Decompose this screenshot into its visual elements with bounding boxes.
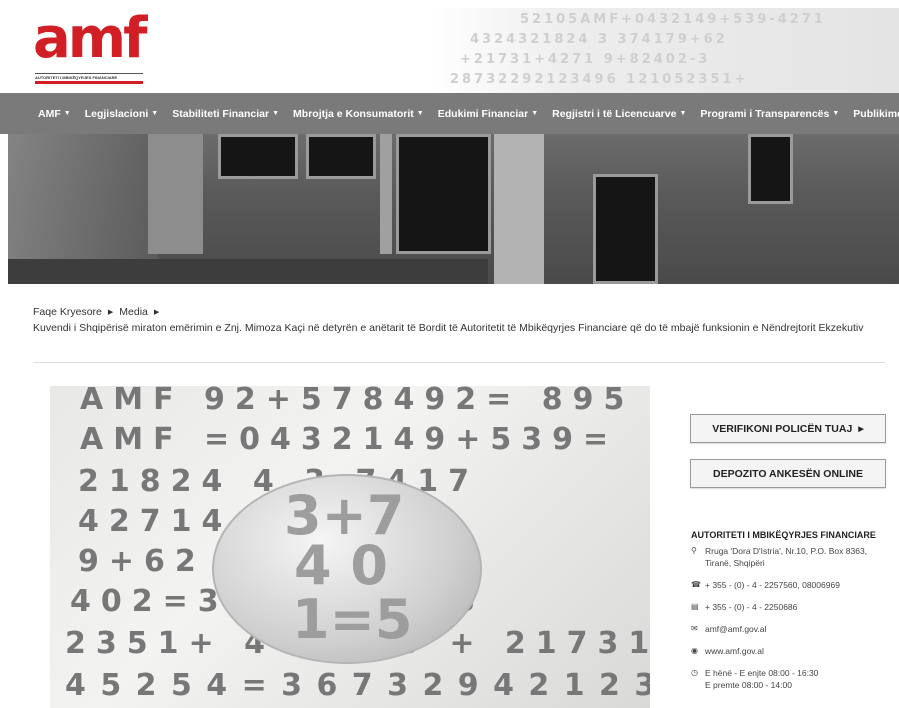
chevron-down-icon: ▼ xyxy=(531,110,539,117)
hero-pillar xyxy=(380,134,392,254)
chevron-down-icon: ▼ xyxy=(416,110,424,117)
envelope-icon: ✉ xyxy=(691,624,698,633)
chevron-right-icon: ▶ xyxy=(107,309,114,316)
deco-numbers-line: 28732292123496 121052351+ xyxy=(450,72,749,87)
contact-title: AUTORITETI I MBIKËQYRJES FINANCIARE xyxy=(691,530,876,540)
nav-item-label: Regjistri i të Licencuarve xyxy=(552,107,677,120)
contact-hours: E hënë - E enjte 08:00 - 16:30 E premte 0… xyxy=(705,667,818,691)
fax-icon: ▤ xyxy=(691,602,699,611)
nav-item-programi[interactable]: Programi i Transparencës ▼ xyxy=(700,108,839,120)
nav-item-label: Publikime xyxy=(853,107,899,120)
article-title: Kuvendi i Shqipërisë miraton emërimin e … xyxy=(33,322,864,334)
site-header: 52105AMF+0432149+539-4271 4324321824 3 3… xyxy=(0,0,899,93)
nav-item-label: Stabiliteti Financiar xyxy=(172,107,270,120)
hero-pillar xyxy=(494,134,544,284)
deco-numbers-line: 4324321824 3 374179+62 xyxy=(470,32,728,47)
contact-web[interactable]: www.amf.gov.al xyxy=(705,645,764,657)
nav-item-label: Programi i Transparencës xyxy=(700,107,830,120)
contact-email[interactable]: amf@amf.gov.al xyxy=(705,623,766,635)
nav-item-edukimi[interactable]: Edukimi Financiar ▼ xyxy=(438,108,538,120)
deco-numbers-line: 52105AMF+0432149+539-4271 xyxy=(520,12,826,27)
divider xyxy=(33,362,885,363)
breadcrumb-media-link[interactable]: Media xyxy=(119,306,148,318)
hero-pillar xyxy=(148,134,203,254)
nav-item-label: Mbrojtja e Konsumatorit xyxy=(293,107,414,120)
chevron-down-icon: ▼ xyxy=(679,110,687,117)
map-pin-icon: ⚲ xyxy=(691,546,697,555)
image-number-row: AMF =0432149+539= xyxy=(80,422,619,457)
hero-window xyxy=(748,134,793,204)
main-nav: AMF ▼ Legjislacioni ▼ Stabiliteti Financia… xyxy=(0,93,899,134)
hero-building-image xyxy=(8,134,899,284)
contact-phone-row: ☎ + 355 - (0) - 4 - 2257560, 08006969 xyxy=(691,579,891,591)
nav-item-label: Legjislacioni xyxy=(84,107,149,120)
hero-window xyxy=(593,174,658,284)
breadcrumb-home-link[interactable]: Faqe Kryesore xyxy=(33,306,102,318)
hero-base xyxy=(8,259,488,284)
nav-item-mbrojtja[interactable]: Mbrojtja e Konsumatorit ▼ xyxy=(293,108,424,120)
chevron-right-icon: ▶ xyxy=(153,309,160,316)
disc-text: 1=5 xyxy=(292,588,413,651)
logo-rule xyxy=(35,73,143,74)
clock-icon: ◷ xyxy=(691,668,698,677)
contact-web-row: ◉ www.amf.gov.al xyxy=(691,645,891,657)
nav-item-amf[interactable]: AMF ▼ xyxy=(38,108,71,120)
nav-item-label: Edukimi Financiar xyxy=(437,107,529,120)
contact-hours-weekdays: E hënë - E enjte 08:00 - 16:30 xyxy=(705,668,819,678)
nav-item-regjistri[interactable]: Regjistri i të Licencuarve ▼ xyxy=(552,108,686,120)
nav-item-legjislacioni[interactable]: Legjislacioni ▼ xyxy=(85,108,159,120)
contact-info: AUTORITETI I MBIKËQYRJES FINANCIARE ⚲ Rr… xyxy=(691,530,891,701)
article-image: AMF 92+578492= 895 AMF =0432149+539= 218… xyxy=(50,386,650,708)
contact-hours-friday: E premte 08:00 - 14:00 xyxy=(705,680,792,690)
logo-wordmark: amf xyxy=(33,6,148,71)
contact-fax: + 355 - (0) - 4 - 2250686 xyxy=(705,602,798,612)
chevron-down-icon: ▼ xyxy=(151,110,159,117)
header-decoration: 52105AMF+0432149+539-4271 4324321824 3 3… xyxy=(430,8,899,93)
logo-subtitle: AUTORITETI I MBIKËQYRJES FINANCIARE xyxy=(35,75,118,80)
contact-email-row: ✉ amf@amf.gov.al xyxy=(691,623,891,635)
contact-phone[interactable]: + 355 - (0) - 4 - 2257560, 08006969 xyxy=(705,579,840,591)
nav-item-stabiliteti[interactable]: Stabiliteti Financiar ▼ xyxy=(172,108,279,120)
hero-window xyxy=(218,134,298,179)
contact-address-row: ⚲ Rruga 'Dora D'Istria', Nr.10, P.O. Box… xyxy=(691,545,891,569)
verify-policy-button[interactable]: VERIFIKONI POLICËN TUAJ ▶ xyxy=(690,414,886,443)
phone-icon: ☎ xyxy=(691,580,701,589)
verify-policy-label: VERIFIKONI POLICËN TUAJ xyxy=(712,422,853,435)
breadcrumb: Faqe Kryesore ▶ Media ▶ xyxy=(33,306,165,318)
hero-window xyxy=(396,134,491,254)
image-number-row: 4 5 2 5 4 = 3 6 7 3 2 9 4 2 1 2 3 4 xyxy=(65,668,650,703)
contact-fax-row: ▤ + 355 - (0) - 4 - 2250686 xyxy=(691,601,891,613)
chevron-down-icon: ▼ xyxy=(272,110,280,117)
contact-address: Rruga 'Dora D'Istria', Nr.10, P.O. Box 8… xyxy=(705,546,868,568)
submit-complaint-label: DEPOZITO ANKESËN ONLINE xyxy=(713,467,863,480)
chevron-right-icon: ▶ xyxy=(858,425,864,433)
submit-complaint-button[interactable]: DEPOZITO ANKESËN ONLINE xyxy=(690,459,886,488)
contact-hours-row: ◷ E hënë - E enjte 08:00 - 16:30 E premte… xyxy=(691,667,891,691)
hero-window xyxy=(306,134,376,179)
chevron-down-icon: ▼ xyxy=(832,110,840,117)
nav-item-publikime[interactable]: Publikime▼ xyxy=(853,108,899,120)
globe-icon: ◉ xyxy=(691,646,698,655)
logo-red-bar xyxy=(35,81,143,84)
chevron-down-icon: ▼ xyxy=(63,110,71,117)
amf-logo[interactable]: amf AUTORITETI I MBIKËQYRJES FINANCIARE xyxy=(33,7,148,87)
image-steel-disc: 3+7 4 0 1=5 xyxy=(212,474,482,664)
deco-numbers-line: +21731+4271 9+82402-3 xyxy=(460,52,711,67)
nav-item-label: AMF xyxy=(38,107,61,120)
image-number-row: AMF 92+578492= 895 xyxy=(80,386,635,417)
